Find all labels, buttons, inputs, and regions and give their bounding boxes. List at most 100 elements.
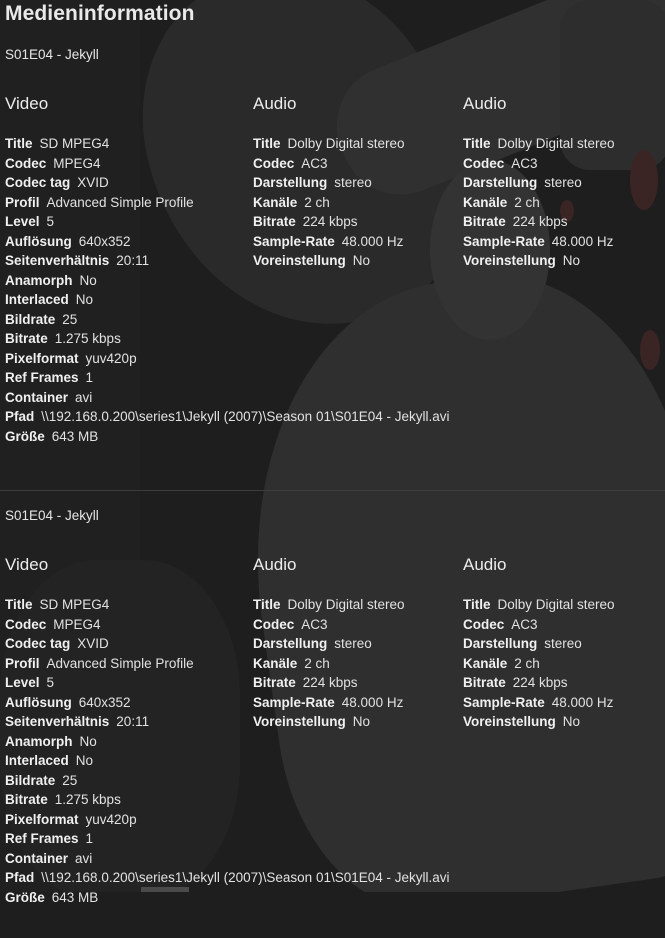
section-divider <box>0 490 665 491</box>
property-row: Pfad \\192.168.0.200\series1\Jekyll (2007… <box>5 868 450 888</box>
property-label: Codec <box>253 616 295 632</box>
property-label: Voreinstellung <box>253 714 346 729</box>
property-value: stereo <box>334 175 372 190</box>
property-label: Seitenverhältnis <box>5 253 110 268</box>
property-row: Bitrate 1.275 kbps <box>5 790 450 810</box>
property-value: No <box>562 714 581 729</box>
property-label: Bitrate <box>463 675 506 690</box>
property-value: 1 <box>85 831 94 846</box>
property-row: Bitrate 224 kbps <box>253 673 405 693</box>
property-row: Interlaced No <box>5 751 450 771</box>
property-row: Kanäle 2 ch <box>463 654 615 674</box>
property-value: Advanced Simple Profile <box>46 194 194 210</box>
property-label: Kanäle <box>253 194 298 210</box>
property-row: Ref Frames 1 <box>5 829 450 849</box>
property-value: 643 MB <box>51 428 99 444</box>
property-row: Bildrate 25 <box>5 310 450 330</box>
property-label: Kanäle <box>253 655 298 671</box>
property-label: Codec tag <box>5 175 71 190</box>
property-row: Sample-Rate 48.000 Hz <box>463 232 615 252</box>
property-value: 20:11 <box>116 714 150 729</box>
property-label: Anamorph <box>5 272 73 288</box>
property-value: 48.000 Hz <box>341 694 404 710</box>
property-label: Pixelformat <box>5 350 79 366</box>
property-row: Interlaced No <box>5 290 450 310</box>
property-value: \\192.168.0.200\series1\Jekyll (2007)\Se… <box>41 409 450 424</box>
streams-container: Video Title SD MPEG4 Codec MPEG4 Codec tag XV… <box>5 556 660 938</box>
property-value: 1.275 kbps <box>54 331 121 346</box>
property-row: Größe 643 MB <box>5 888 450 908</box>
property-label: Anamorph <box>5 733 73 749</box>
property-label: Darstellung <box>463 175 538 190</box>
stream-heading: Audio <box>253 94 297 113</box>
property-value: AC3 <box>511 616 538 632</box>
horizontal-scrollbar-thumb[interactable] <box>141 887 189 892</box>
property-label: Title <box>463 136 491 151</box>
property-label: Bitrate <box>463 214 506 229</box>
property-row: Codec AC3 <box>463 154 615 174</box>
property-row: Sample-Rate 48.000 Hz <box>463 693 615 713</box>
property-value: yuv420p <box>85 350 137 366</box>
file-name: S01E04 - Jekyll <box>5 47 99 62</box>
property-label: Codec <box>5 155 47 171</box>
property-label: Kanäle <box>463 655 508 671</box>
property-row: Darstellung stereo <box>463 634 615 654</box>
property-label: Bildrate <box>5 772 56 788</box>
property-label: Codec <box>463 155 505 171</box>
property-label: Title <box>463 597 491 612</box>
property-label: Title <box>253 136 281 151</box>
property-row: Bitrate 224 kbps <box>463 212 615 232</box>
property-value: 20:11 <box>116 253 150 268</box>
property-value: 224 kbps <box>512 214 568 229</box>
property-value: No <box>352 253 371 268</box>
property-value: Dolby Digital stereo <box>287 136 405 151</box>
property-value: No <box>79 272 97 288</box>
property-label: Title <box>253 597 281 612</box>
property-row: Bitrate 1.275 kbps <box>5 329 450 349</box>
property-label: Pfad <box>5 409 35 424</box>
property-list: Title Dolby Digital stereo Codec AC3 Darstel… <box>463 595 615 732</box>
property-value: MPEG4 <box>53 155 101 171</box>
property-row: Voreinstellung No <box>463 251 615 271</box>
property-value: Dolby Digital stereo <box>497 136 615 151</box>
property-row: Bitrate 224 kbps <box>463 673 615 693</box>
property-row: Anamorph No <box>5 271 450 291</box>
property-row: Title Dolby Digital stereo <box>253 595 405 615</box>
property-value: 224 kbps <box>302 675 358 690</box>
property-row: Container avi <box>5 388 450 408</box>
streams-container: Video Title SD MPEG4 Codec MPEG4 Codec tag XV… <box>5 95 660 477</box>
property-label: Bitrate <box>253 675 296 690</box>
property-row: Pixelformat yuv420p <box>5 810 450 830</box>
property-row: Title Dolby Digital stereo <box>463 134 615 154</box>
property-value: No <box>75 292 94 307</box>
property-label: Sample-Rate <box>463 694 545 710</box>
property-value: 48.000 Hz <box>551 233 614 249</box>
property-value: stereo <box>544 175 582 190</box>
property-label: Bitrate <box>253 214 296 229</box>
property-label: Level <box>5 675 40 690</box>
property-value: AC3 <box>301 155 328 171</box>
property-value: 640x352 <box>78 233 131 249</box>
property-row: Darstellung stereo <box>463 173 615 193</box>
property-value: No <box>75 753 94 768</box>
media-source-section: S01E04 - Jekyll Video Title SD MPEG4 Codec… <box>5 47 660 477</box>
property-value: No <box>562 253 581 268</box>
property-value: yuv420p <box>85 811 137 827</box>
media-source-section: S01E04 - Jekyll Video Title SD MPEG4 Codec… <box>5 508 660 938</box>
audio-stream: Audio Title Dolby Digital stereo Codec AC3 D… <box>463 556 615 732</box>
property-row: Größe 643 MB <box>5 427 450 447</box>
stream-heading: Audio <box>463 555 507 574</box>
property-value: 5 <box>46 675 55 690</box>
property-label: Seitenverhältnis <box>5 714 110 729</box>
property-value: 2 ch <box>304 194 330 210</box>
property-label: Codec <box>5 616 47 632</box>
property-value: XVID <box>77 175 109 190</box>
property-value: SD MPEG4 <box>39 597 110 612</box>
property-value: 5 <box>46 214 55 229</box>
property-row: Title Dolby Digital stereo <box>253 134 405 154</box>
property-value: Dolby Digital stereo <box>497 597 615 612</box>
property-row: Codec AC3 <box>253 154 405 174</box>
property-row: Kanäle 2 ch <box>463 193 615 213</box>
property-label: Sample-Rate <box>253 233 335 249</box>
property-row: Sample-Rate 48.000 Hz <box>253 232 405 252</box>
